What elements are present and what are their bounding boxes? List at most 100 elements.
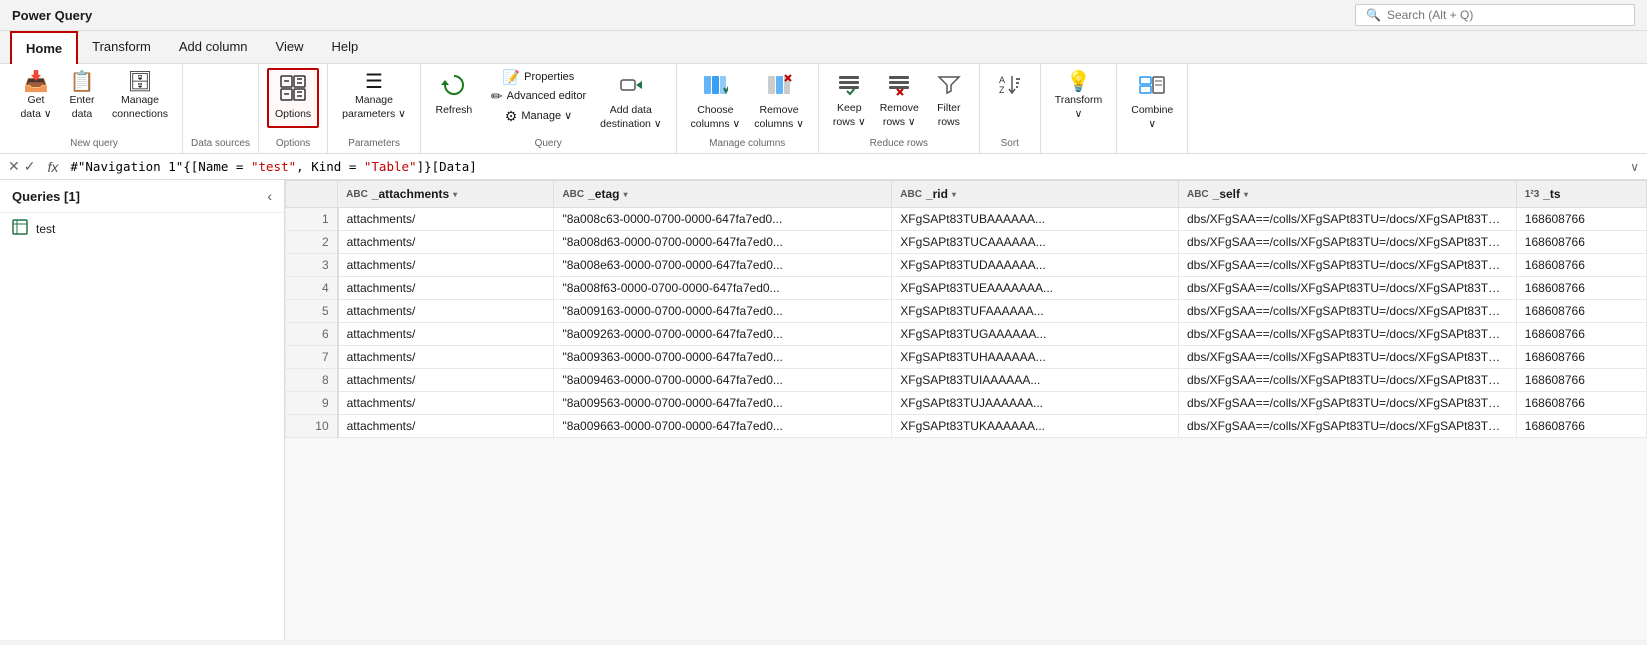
options-icon xyxy=(279,74,307,106)
add-data-destination-icon xyxy=(618,72,644,102)
col-filter-etag[interactable]: ▾ xyxy=(623,190,627,199)
cell-ts: 168608766 xyxy=(1516,208,1646,231)
tab-add-column[interactable]: Add column xyxy=(165,31,262,64)
get-data-button[interactable]: 📥 Getdata ∨ xyxy=(14,68,58,125)
formula-bar: ✕ ✓ fx #"Navigation 1"{[Name = "test", K… xyxy=(0,154,1647,180)
row-number: 10 xyxy=(286,415,338,438)
tab-help[interactable]: Help xyxy=(317,31,372,64)
remove-columns-button[interactable]: Removecolumns ∨ xyxy=(748,68,810,135)
table-row: 2 attachments/ "8a008d63-0000-0700-0000-… xyxy=(286,231,1647,254)
formula-expand-icon[interactable]: ∨ xyxy=(1630,160,1639,174)
row-number: 9 xyxy=(286,392,338,415)
ribbon-group-new-query: 📥 Getdata ∨ 📋 Enterdata 🗄 Manageconnecti… xyxy=(6,64,183,153)
manage-button[interactable]: ⚙ Manage ∨ xyxy=(485,107,592,125)
remove-rows-button[interactable]: Removerows ∨ xyxy=(874,68,925,133)
cell-etag: "8a009163-0000-0700-0000-647fa7ed0... xyxy=(554,300,892,323)
cell-self: dbs/XFgSAA==/colls/XFgSAPt83TU=/docs/XFg… xyxy=(1178,277,1516,300)
col-header-self: ABC _self ▾ xyxy=(1178,181,1516,208)
cell-etag: "8a009263-0000-0700-0000-647fa7ed0... xyxy=(554,323,892,346)
cell-attachments: attachments/ xyxy=(338,346,554,369)
add-data-destination-button[interactable]: Add datadestination ∨ xyxy=(594,68,667,135)
manage-connections-button[interactable]: 🗄 Manageconnections xyxy=(106,68,174,125)
options-button[interactable]: Options xyxy=(267,68,319,128)
keep-rows-button[interactable]: Keeprows ∨ xyxy=(827,68,872,133)
cell-etag: "8a009663-0000-0700-0000-647fa7ed0... xyxy=(554,415,892,438)
cell-self: dbs/XFgSAA==/colls/XFgSAPt83TU=/docs/XFg… xyxy=(1178,231,1516,254)
enter-data-button[interactable]: 📋 Enterdata xyxy=(60,68,104,125)
options-label: Options xyxy=(276,138,310,149)
cell-rid: XFgSAPt83TUGAAAAAA... xyxy=(892,323,1179,346)
cell-rid: XFgSAPt83TUIAAAAAA... xyxy=(892,369,1179,392)
sort-az-icon: A Z xyxy=(998,72,1022,100)
formula-check-icon[interactable]: ✓ xyxy=(24,158,36,175)
query-name-test: test xyxy=(36,222,55,236)
transform-icon: 💡 xyxy=(1066,72,1091,92)
choose-columns-button[interactable]: Choosecolumns ∨ xyxy=(685,68,747,135)
cell-rid: XFgSAPt83TUHAAAAAA... xyxy=(892,346,1179,369)
remove-rows-icon xyxy=(887,72,911,100)
ribbon-group-data-sources: Data sources xyxy=(183,64,259,153)
cell-attachments: attachments/ xyxy=(338,208,554,231)
choose-columns-icon xyxy=(702,72,728,102)
cell-etag: "8a009363-0000-0700-0000-647fa7ed0... xyxy=(554,346,892,369)
tab-transform[interactable]: Transform xyxy=(78,31,165,64)
formula-content: #"Navigation 1"{[Name = "test", Kind = "… xyxy=(70,159,1622,174)
col-filter-self[interactable]: ▾ xyxy=(1244,190,1248,199)
cell-rid: XFgSAPt83TUJAAAAAA... xyxy=(892,392,1179,415)
properties-icon: 📝 xyxy=(503,70,520,84)
filter-rows-button[interactable]: Filterrows xyxy=(927,68,971,133)
cell-attachments: attachments/ xyxy=(338,277,554,300)
cell-self: dbs/XFgSAA==/colls/XFgSAPt83TU=/docs/XFg… xyxy=(1178,415,1516,438)
col-header-ts: 1²3 _ts xyxy=(1516,181,1646,208)
cell-ts: 168608766 xyxy=(1516,346,1646,369)
tab-home[interactable]: Home xyxy=(10,31,78,64)
row-number: 1 xyxy=(286,208,338,231)
search-box[interactable]: 🔍 xyxy=(1355,4,1635,26)
remove-columns-icon xyxy=(766,72,792,102)
cell-rid: XFgSAPt83TUEAAAAAAA... xyxy=(892,277,1179,300)
cell-rid: XFgSAPt83TUBAAAAAA... xyxy=(892,208,1179,231)
cell-ts: 168608766 xyxy=(1516,254,1646,277)
ribbon-group-options: Options Options xyxy=(259,64,328,153)
refresh-icon xyxy=(441,72,467,102)
filter-rows-icon xyxy=(937,72,961,100)
query-label: Query xyxy=(535,138,562,149)
table-row: 4 attachments/ "8a008f63-0000-0700-0000-… xyxy=(286,277,1647,300)
cell-etag: "8a009563-0000-0700-0000-647fa7ed0... xyxy=(554,392,892,415)
keep-rows-icon xyxy=(837,72,861,100)
cell-self: dbs/XFgSAA==/colls/XFgSAPt83TU=/docs/XFg… xyxy=(1178,392,1516,415)
cell-self: dbs/XFgSAA==/colls/XFgSAPt83TU=/docs/XFg… xyxy=(1178,300,1516,323)
cell-attachments: attachments/ xyxy=(338,323,554,346)
refresh-button[interactable]: Refresh xyxy=(429,68,479,122)
cell-etag: "8a009463-0000-0700-0000-647fa7ed0... xyxy=(554,369,892,392)
manage-parameters-button[interactable]: ☰ Manageparameters ∨ xyxy=(336,68,412,125)
search-icon: 🔍 xyxy=(1366,8,1381,22)
cell-attachments: attachments/ xyxy=(338,415,554,438)
cell-rid: XFgSAPt83TUFAAAAAA... xyxy=(892,300,1179,323)
cell-attachments: attachments/ xyxy=(338,254,554,277)
sort-az-button[interactable]: A Z xyxy=(988,68,1032,106)
cell-attachments: attachments/ xyxy=(338,369,554,392)
col-header-attachments: ABC _attachments ▾ xyxy=(338,181,554,208)
query-item-test[interactable]: test xyxy=(0,213,284,244)
row-number: 6 xyxy=(286,323,338,346)
search-input[interactable] xyxy=(1387,8,1624,22)
get-data-icon: 📥 xyxy=(24,72,49,92)
advanced-editor-button[interactable]: ✏ Advanced editor xyxy=(485,87,592,105)
data-grid[interactable]: ABC _attachments ▾ ABC _etag ▾ xyxy=(285,180,1647,640)
combine-icon xyxy=(1139,72,1165,102)
cell-etag: "8a008e63-0000-0700-0000-647fa7ed0... xyxy=(554,254,892,277)
col-filter-attachments[interactable]: ▾ xyxy=(453,190,457,199)
properties-button[interactable]: 📝 Properties xyxy=(485,68,592,86)
manage-connections-icon: 🗄 xyxy=(127,72,152,92)
col-filter-rid[interactable]: ▾ xyxy=(952,190,956,199)
transform-button[interactable]: 💡 Transform∨ xyxy=(1049,68,1108,125)
tab-view[interactable]: View xyxy=(262,31,318,64)
cell-rid: XFgSAPt83TUDAAAAAA... xyxy=(892,254,1179,277)
query-table-icon xyxy=(12,219,28,238)
ribbon-group-reduce-rows: Keeprows ∨ Removerows ∨ xyxy=(819,64,980,153)
data-sources-label: Data sources xyxy=(191,138,250,149)
formula-x-icon[interactable]: ✕ xyxy=(8,158,20,175)
combine-button[interactable]: Combine∨ xyxy=(1125,68,1179,135)
sidebar-collapse-button[interactable]: ‹ xyxy=(267,188,272,204)
